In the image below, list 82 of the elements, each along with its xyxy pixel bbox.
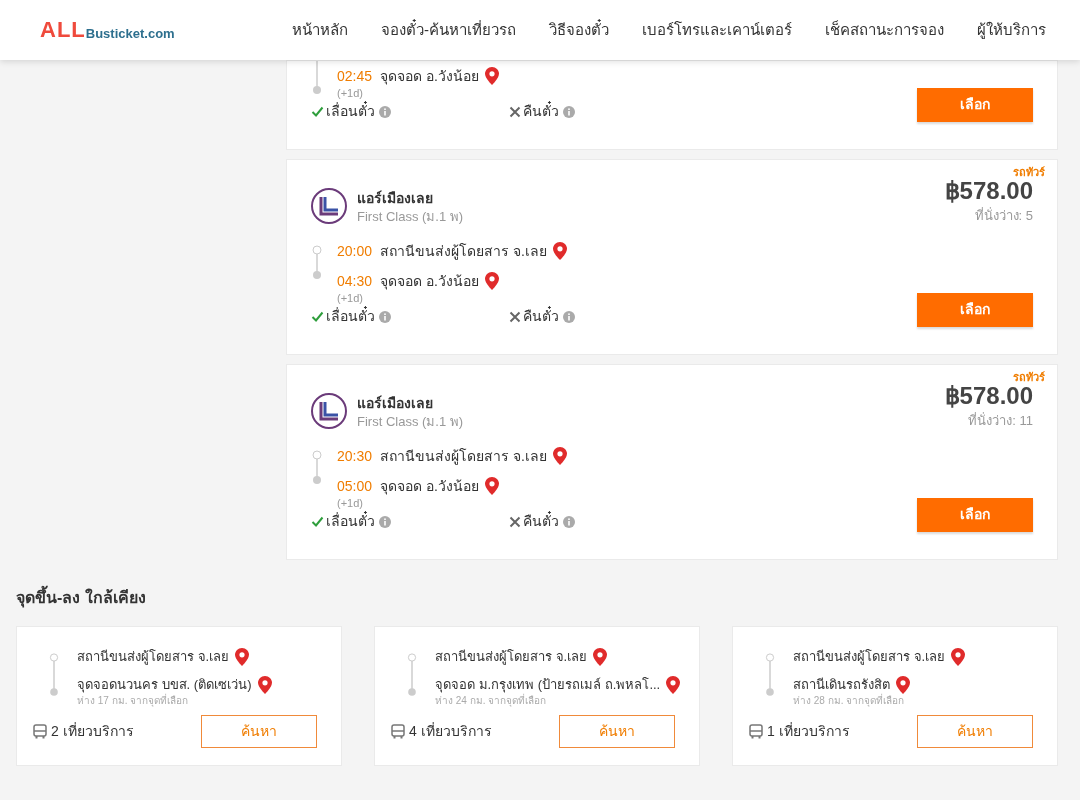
bus-type-label: รถทัวร์ <box>1013 370 1045 385</box>
map-pin-icon[interactable] <box>257 676 272 694</box>
distance-note: ห่าง 17 กม. จากจุดที่เลือก <box>77 695 190 707</box>
bus-icon <box>391 724 405 739</box>
nav-link[interactable]: วิธีจองตั๋ว <box>549 18 609 42</box>
route-line-drawing <box>49 653 59 697</box>
stop-name: สถานีขนส่งผู้โดยสาร จ.เลย <box>435 648 588 667</box>
stop-name: จุดจอดนวนคร บขส. (ติดเซเว่น) <box>77 676 252 693</box>
map-pin-icon[interactable] <box>484 272 499 290</box>
map-pin-icon[interactable] <box>666 676 681 694</box>
stop-name: จุดจอด ม.กรุงเทพ (ป้ายรถเมล์ ถ.พหลโ... <box>435 676 661 694</box>
info-icon <box>563 105 575 118</box>
info-icon <box>379 515 391 528</box>
nav-link[interactable]: เช็คสถานะการจอง <box>825 18 944 42</box>
site-logo[interactable]: ALLBusticket.com <box>40 19 175 41</box>
map-pin-icon[interactable] <box>896 676 910 694</box>
stop-name: จุดจอด อ.วังน้อย <box>380 66 479 87</box>
nav-link[interactable]: จองตั๋ว-ค้นหาเที่ยวรถ <box>381 18 516 42</box>
policy-label: คืนตั๋ว <box>523 101 559 121</box>
operator-name: แอร์เมืองเลย <box>357 189 434 208</box>
day-offset-note: (+1d) <box>337 292 364 304</box>
select-button[interactable]: เลือก <box>917 87 1033 122</box>
policy-label: เลื่อนตั๋ว <box>326 101 375 121</box>
price: ฿578.00 <box>944 177 1033 206</box>
day-offset-note: (+1d) <box>337 87 364 99</box>
policy-label: คืนตั๋ว <box>523 306 559 326</box>
info-icon <box>379 105 391 118</box>
map-pin-icon[interactable] <box>552 242 567 260</box>
info-icon <box>563 515 575 528</box>
info-icon <box>379 310 391 323</box>
seats-available: ที่นั่งว่าง: 11 <box>968 411 1033 430</box>
section-heading: จุดขึ้น-ลง ใกล้เคียง <box>16 586 1058 610</box>
operator-logo <box>311 393 347 429</box>
nav-link[interactable]: หน้าหลัก <box>292 18 348 42</box>
map-pin-icon[interactable] <box>552 447 567 465</box>
nav-link[interactable]: ผู้ให้บริการ <box>977 18 1046 42</box>
search-button[interactable]: ค้นหา <box>559 715 675 748</box>
route-line-drawing <box>311 245 323 279</box>
info-icon <box>563 310 575 323</box>
departure-time: 20:00 <box>337 241 373 261</box>
stop-name: สถานีเดินรถรังสิต <box>793 676 890 693</box>
search-button[interactable]: ค้นหา <box>201 715 317 748</box>
route-line-drawing <box>311 450 323 484</box>
trip-count: 4 เที่ยวบริการ <box>409 721 492 741</box>
policy-label: คืนตั๋ว <box>523 511 559 531</box>
bus-class: First Class (ม.1 พ) <box>357 208 464 226</box>
stop-name: จุดจอด อ.วังน้อย <box>380 271 479 292</box>
policy-label: เลื่อนตั๋ว <box>326 306 375 326</box>
map-pin-icon[interactable] <box>484 67 499 85</box>
stop-name: สถานีขนส่งผู้โดยสาร จ.เลย <box>77 648 230 667</box>
stop-name: สถานีขนส่งผู้โดยสาร จ.เลย <box>380 241 547 262</box>
day-offset-note: (+1d) <box>337 497 364 509</box>
map-pin-icon[interactable] <box>235 648 250 666</box>
route-line-drawing <box>311 61 323 94</box>
trip-count: 1 เที่ยวบริการ <box>767 721 850 741</box>
bus-icon <box>33 724 47 739</box>
route-line-drawing <box>765 653 775 697</box>
distance-note: ห่าง 28 กม. จากจุดที่เลือก <box>793 695 906 707</box>
select-button[interactable]: เลือก <box>917 497 1033 532</box>
bus-class: First Class (ม.1 พ) <box>357 413 464 431</box>
operator-logo <box>311 188 347 224</box>
map-pin-icon[interactable] <box>593 648 608 666</box>
bus-icon <box>749 724 763 739</box>
policy-label: เลื่อนตั๋ว <box>326 511 375 531</box>
departure-time: 20:30 <box>337 446 373 466</box>
select-button[interactable]: เลือก <box>917 292 1033 327</box>
operator-name: แอร์เมืองเลย <box>357 394 434 413</box>
map-pin-icon[interactable] <box>951 648 966 666</box>
search-button[interactable]: ค้นหา <box>917 715 1033 748</box>
departure-time: 02:45 <box>337 66 373 86</box>
price: ฿578.00 <box>944 382 1033 411</box>
stop-name: สถานีขนส่งผู้โดยสาร จ.เลย <box>793 648 946 667</box>
stop-name: สถานีขนส่งผู้โดยสาร จ.เลย <box>380 446 547 467</box>
map-pin-icon[interactable] <box>484 477 499 495</box>
route-line-drawing <box>407 653 417 697</box>
bus-type-label: รถทัวร์ <box>1013 165 1045 180</box>
departure-time: 05:00 <box>337 476 373 496</box>
nav-link[interactable]: เบอร์โทรและเคาน์เตอร์ <box>642 18 792 42</box>
seats-available: ที่นั่งว่าง: 5 <box>974 206 1033 225</box>
stop-name: จุดจอด อ.วังน้อย <box>380 476 479 497</box>
departure-time: 04:30 <box>337 271 373 291</box>
trip-count: 2 เที่ยวบริการ <box>51 721 134 741</box>
